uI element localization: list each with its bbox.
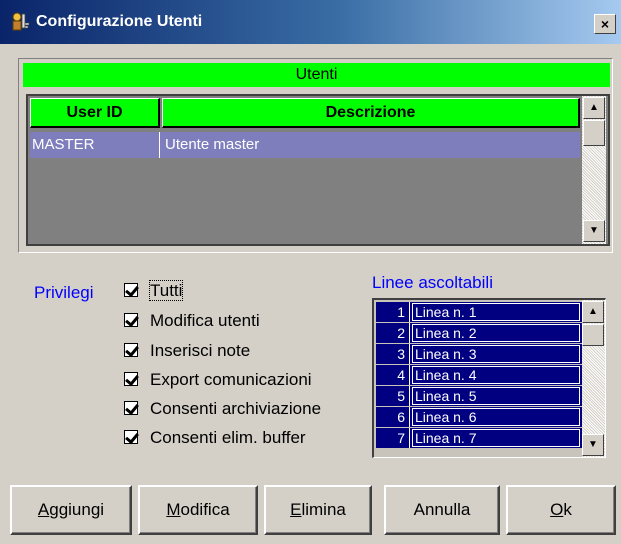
scroll-up-button[interactable]: ▲: [583, 97, 605, 119]
user-id-cell: MASTER: [30, 132, 160, 158]
users-scrollbar[interactable]: ▲ ▼: [582, 96, 606, 244]
line-name: Linea n. 4: [412, 366, 580, 384]
delete-hotkey: E: [290, 500, 302, 519]
line-number: 3: [376, 344, 410, 364]
list-item[interactable]: 6 Linea n. 6: [376, 407, 582, 427]
privilege-checkbox-tutti[interactable]: Tutti: [124, 280, 184, 303]
line-number: 2: [376, 323, 410, 343]
ok-label: k: [563, 500, 572, 519]
line-number: 7: [376, 428, 410, 448]
privilege-checkbox-consenti-elim-buffer[interactable]: Consenti elim. buffer: [124, 428, 306, 450]
modify-hotkey: M: [166, 500, 181, 519]
privilege-checkbox-consenti-archiviazione[interactable]: Consenti archiviazione: [124, 399, 321, 421]
list-item[interactable]: 5 Linea n. 5: [376, 386, 582, 406]
lines-list[interactable]: 1 Linea n. 1 2 Linea n. 2 3 Linea n. 3 4…: [372, 298, 606, 458]
privilege-checkbox-inserisci-note[interactable]: Inserisci note: [124, 341, 250, 363]
list-item[interactable]: 7 Linea n. 7: [376, 428, 582, 448]
privilege-label: Consenti archiviazione: [150, 399, 322, 418]
column-header-description[interactable]: Descrizione: [162, 98, 580, 128]
arrow-up-icon: ▲: [589, 102, 599, 113]
privilege-label: Modifica utenti: [150, 311, 260, 330]
privilege-label: Inserisci note: [150, 341, 251, 360]
arrow-down-icon: ▼: [589, 225, 599, 236]
title-bar[interactable]: Configurazione Utenti ×: [0, 0, 621, 44]
arrow-up-icon: ▲: [588, 306, 598, 317]
line-name: Linea n. 5: [412, 387, 580, 405]
privilege-checkbox-export-comunicazioni[interactable]: Export comunicazioni: [124, 370, 312, 392]
checkbox[interactable]: [124, 430, 138, 444]
delete-button[interactable]: Elimina: [264, 485, 372, 535]
checkbox[interactable]: [124, 283, 138, 297]
scroll-down-button[interactable]: ▼: [583, 220, 605, 242]
table-row[interactable]: MASTER Utente master: [30, 132, 580, 158]
scroll-thumb[interactable]: [582, 324, 604, 346]
cancel-label: Annulla: [413, 500, 471, 519]
scroll-down-button[interactable]: ▼: [582, 434, 604, 456]
line-name: Linea n. 3: [412, 345, 580, 363]
list-item[interactable]: 2 Linea n. 2: [376, 323, 582, 343]
close-icon: ×: [600, 16, 610, 32]
line-number: 1: [376, 302, 410, 322]
checkbox[interactable]: [124, 313, 138, 327]
line-name: Linea n. 1: [412, 303, 580, 321]
line-number: 6: [376, 407, 410, 427]
checkbox[interactable]: [124, 401, 138, 415]
line-name: Linea n. 7: [412, 429, 580, 447]
line-name: Linea n. 6: [412, 408, 580, 426]
scroll-up-button[interactable]: ▲: [582, 301, 604, 323]
add-label: ggiungi: [49, 500, 105, 519]
list-item[interactable]: 4 Linea n. 4: [376, 365, 582, 385]
ok-button[interactable]: Ok: [506, 485, 616, 535]
close-button[interactable]: ×: [594, 14, 616, 34]
arrow-down-icon: ▼: [588, 439, 598, 450]
line-number: 4: [376, 365, 410, 385]
line-number: 5: [376, 386, 410, 406]
column-header-user-id[interactable]: User ID: [30, 98, 160, 128]
list-item[interactable]: 1 Linea n. 1: [376, 302, 582, 322]
description-cell: Utente master: [165, 136, 260, 153]
list-item[interactable]: 3 Linea n. 3: [376, 344, 582, 364]
checkbox[interactable]: [124, 343, 138, 357]
privilege-checkbox-modifica-utenti[interactable]: Modifica utenti: [124, 311, 260, 333]
window-title: Configurazione Utenti: [36, 13, 203, 30]
users-header: Utenti: [23, 63, 610, 87]
privilege-label: Tutti: [148, 280, 184, 301]
line-name: Linea n. 2: [412, 324, 580, 342]
lines-label: Linee ascoltabili: [372, 273, 493, 292]
privileges-label: Privilegi: [34, 283, 94, 302]
add-button[interactable]: Aggiungi: [10, 485, 132, 535]
lines-scrollbar[interactable]: ▲ ▼: [582, 300, 605, 457]
privilege-label: Consenti elim. buffer: [150, 428, 306, 447]
modify-label: odifica: [180, 500, 230, 519]
delete-label: limina: [301, 500, 346, 519]
scroll-thumb[interactable]: [583, 120, 605, 146]
add-hotkey: A: [37, 500, 50, 519]
modify-button[interactable]: Modifica: [138, 485, 258, 535]
ok-hotkey: O: [550, 500, 564, 519]
users-grid[interactable]: User ID Descrizione MASTER Utente master…: [26, 94, 610, 246]
checkbox[interactable]: [124, 372, 138, 386]
keys-user-icon: [12, 12, 30, 31]
cancel-button[interactable]: Annulla: [384, 485, 500, 535]
privilege-label: Export comunicazioni: [150, 370, 312, 389]
